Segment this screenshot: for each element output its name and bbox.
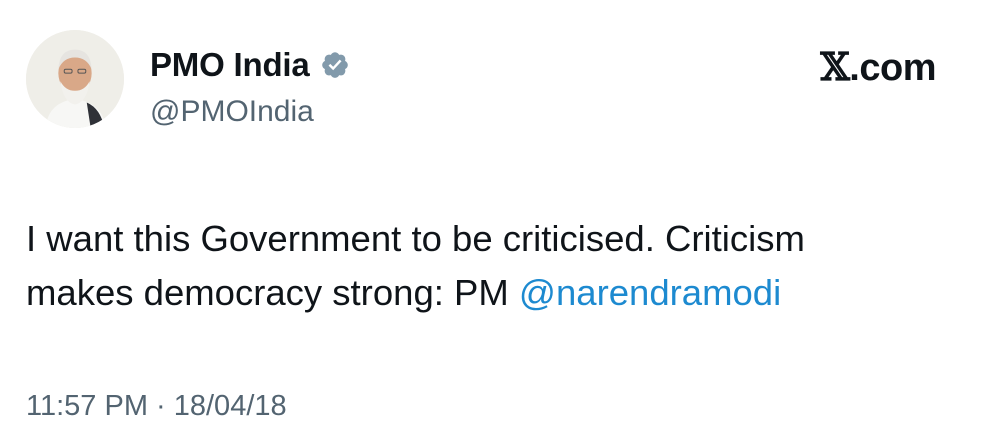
tweet-text-line2: makes democracy strong: PM <box>26 272 519 313</box>
author-handle[interactable]: @PMOIndia <box>150 95 314 129</box>
display-name[interactable]: PMO India <box>150 46 310 84</box>
author-name-row: PMO India <box>150 46 350 84</box>
site-domain: .com <box>849 47 936 89</box>
mention-link[interactable]: @narendramodi <box>519 272 781 313</box>
tweet-text-line1: I want this Government to be criticised.… <box>26 218 805 259</box>
site-label: 𝕏.com <box>820 44 936 90</box>
avatar[interactable] <box>26 30 124 128</box>
x-logo-icon: 𝕏 <box>820 44 850 89</box>
tweet-card: PMO India @PMOIndia 𝕏.com I want this Go… <box>0 0 986 440</box>
verified-badge-icon <box>320 50 350 80</box>
timestamp[interactable]: 11:57 PM · 18/04/18 <box>26 390 287 423</box>
avatar-image <box>26 30 124 128</box>
tweet-text: I want this Government to be criticised.… <box>26 212 956 320</box>
